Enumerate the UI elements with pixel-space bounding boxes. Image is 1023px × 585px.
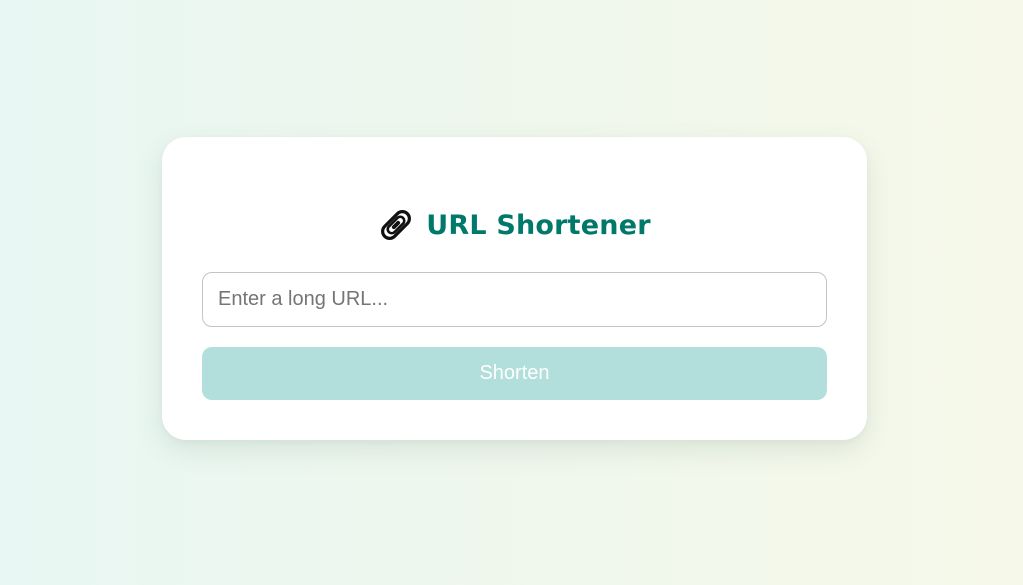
url-input[interactable]: [202, 272, 827, 327]
shorten-button[interactable]: Shorten: [202, 347, 827, 400]
card-header: URL Shortener: [162, 205, 867, 245]
link-icon: [378, 207, 414, 243]
shortener-card: URL Shortener Shorten: [162, 137, 867, 440]
page-title: URL Shortener: [426, 209, 651, 241]
